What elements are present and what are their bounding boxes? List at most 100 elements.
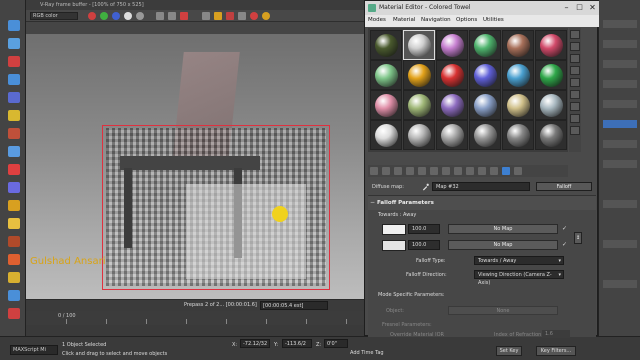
ior-field[interactable]: 1.6 (542, 330, 570, 338)
clear-image-icon[interactable] (180, 12, 188, 20)
make-preview-icon[interactable] (570, 90, 580, 99)
material-slot[interactable] (502, 60, 534, 90)
material-navigator-icon[interactable] (570, 126, 580, 135)
material-slot[interactable] (535, 120, 567, 150)
close-icon[interactable]: ✕ (587, 2, 598, 13)
material-slot[interactable] (502, 90, 534, 120)
rollout-collapse-icon[interactable]: − (370, 196, 375, 210)
alpha-channel-icon[interactable] (124, 12, 132, 20)
curve-editor-icon[interactable] (8, 182, 20, 193)
render-setup-icon[interactable] (8, 236, 20, 247)
maxscript-listener[interactable]: MAXScript Mi (10, 345, 58, 355)
red-channel-icon[interactable] (88, 12, 96, 20)
map-name-field[interactable]: Map #32 (432, 182, 530, 191)
render-frame-icon[interactable] (8, 254, 20, 265)
make-copy-icon[interactable] (418, 167, 426, 175)
material-slot[interactable] (403, 120, 435, 150)
material-slot[interactable] (535, 30, 567, 60)
command-panel-row[interactable] (603, 80, 637, 88)
set-key-button[interactable]: Set Key (496, 346, 522, 356)
green-channel-icon[interactable] (100, 12, 108, 20)
video-check-icon[interactable] (570, 78, 580, 87)
material-slot[interactable] (370, 30, 402, 60)
command-panel-row[interactable] (603, 20, 637, 28)
falloff-direction-dropdown[interactable]: Viewing Direction (Camera Z-Axis) ▾ (474, 270, 564, 286)
get-material-icon[interactable] (370, 167, 378, 175)
render-icon[interactable] (8, 272, 20, 283)
menu-options[interactable]: Options (456, 17, 477, 23)
render-region-box[interactable] (102, 125, 330, 290)
material-editor-icon[interactable] (8, 218, 20, 229)
render-button-icon[interactable] (262, 12, 270, 20)
snap-tool-icon[interactable] (8, 110, 20, 121)
save-image-icon[interactable] (156, 12, 164, 20)
show-in-viewport-icon[interactable] (466, 167, 474, 175)
command-panel-row[interactable] (603, 280, 637, 288)
duplicate-icon[interactable] (202, 12, 210, 20)
swap-colors-button[interactable]: ↕ (574, 232, 582, 244)
background-icon[interactable] (570, 54, 580, 63)
material-slot[interactable] (403, 30, 435, 60)
command-panel-row[interactable] (603, 240, 637, 248)
object-pick-button[interactable]: None (448, 306, 558, 315)
material-slot[interactable] (469, 120, 501, 150)
modifier-stack-selected[interactable] (603, 120, 637, 128)
options-icon[interactable] (570, 102, 580, 111)
command-panel-row[interactable] (603, 40, 637, 48)
z-coordinate-field[interactable]: 0'0" (324, 339, 348, 348)
region-render-icon[interactable] (226, 12, 234, 20)
material-slot[interactable] (535, 60, 567, 90)
select-tool-icon[interactable] (8, 20, 20, 31)
show-end-result-icon[interactable] (478, 167, 486, 175)
put-to-library-icon[interactable] (442, 167, 450, 175)
mirror-tool-icon[interactable] (8, 128, 20, 139)
material-slot[interactable] (469, 30, 501, 60)
viewport-tool-icon[interactable] (8, 290, 20, 301)
material-slot[interactable] (403, 90, 435, 120)
material-slot[interactable] (469, 90, 501, 120)
put-to-scene-icon[interactable] (382, 167, 390, 175)
maximize-icon[interactable]: □ (574, 2, 585, 13)
layer-tool-icon[interactable] (8, 164, 20, 175)
material-slot[interactable] (502, 120, 534, 150)
map-type-button[interactable]: Falloff (536, 182, 592, 191)
backlight-icon[interactable] (570, 42, 580, 51)
timeline[interactable]: 0 / 100 (26, 311, 364, 325)
go-to-parent-icon[interactable] (490, 167, 498, 175)
channel-select[interactable]: RGB color (30, 12, 78, 20)
blue-channel-icon[interactable] (112, 12, 120, 20)
make-unique-icon[interactable] (430, 167, 438, 175)
front-amount-field[interactable]: 100.0 (408, 224, 440, 234)
load-image-icon[interactable] (168, 12, 176, 20)
track-mouse-icon[interactable] (214, 12, 222, 20)
mono-icon[interactable] (136, 12, 144, 20)
menu-navigation[interactable]: Navigation (421, 17, 451, 23)
side-map-checkbox[interactable]: ✓ (562, 241, 567, 248)
menu-utilities[interactable]: Utilities (483, 17, 504, 23)
material-slot[interactable] (436, 90, 468, 120)
command-panel-row[interactable] (603, 200, 637, 208)
material-slot[interactable] (403, 60, 435, 90)
side-color-swatch[interactable] (382, 240, 406, 251)
rollout-header[interactable]: Falloff Parameters (368, 196, 596, 210)
y-coordinate-field[interactable]: -113.6/2 (282, 339, 312, 348)
sample-type-icon[interactable] (570, 30, 580, 39)
assign-material-icon[interactable] (394, 167, 402, 175)
go-forward-sibling-icon[interactable] (502, 167, 510, 175)
reset-map-icon[interactable] (406, 167, 414, 175)
override-ior-checkbox[interactable]: Override Material IOR (390, 332, 444, 338)
material-slot[interactable] (370, 60, 402, 90)
schematic-icon[interactable] (8, 200, 20, 211)
material-slot[interactable] (469, 60, 501, 90)
front-color-swatch[interactable] (382, 224, 406, 235)
command-panel-row[interactable] (603, 140, 637, 148)
material-slot[interactable] (370, 90, 402, 120)
menu-material[interactable]: Material (393, 17, 415, 23)
move-tool-icon[interactable] (8, 38, 20, 49)
minimize-icon[interactable]: – (561, 2, 572, 13)
eyedropper-icon[interactable] (422, 183, 429, 191)
menu-modes[interactable]: Modes (368, 17, 386, 23)
material-slot[interactable] (535, 90, 567, 120)
command-panel-row[interactable] (603, 100, 637, 108)
link-tool-icon[interactable] (8, 92, 20, 103)
